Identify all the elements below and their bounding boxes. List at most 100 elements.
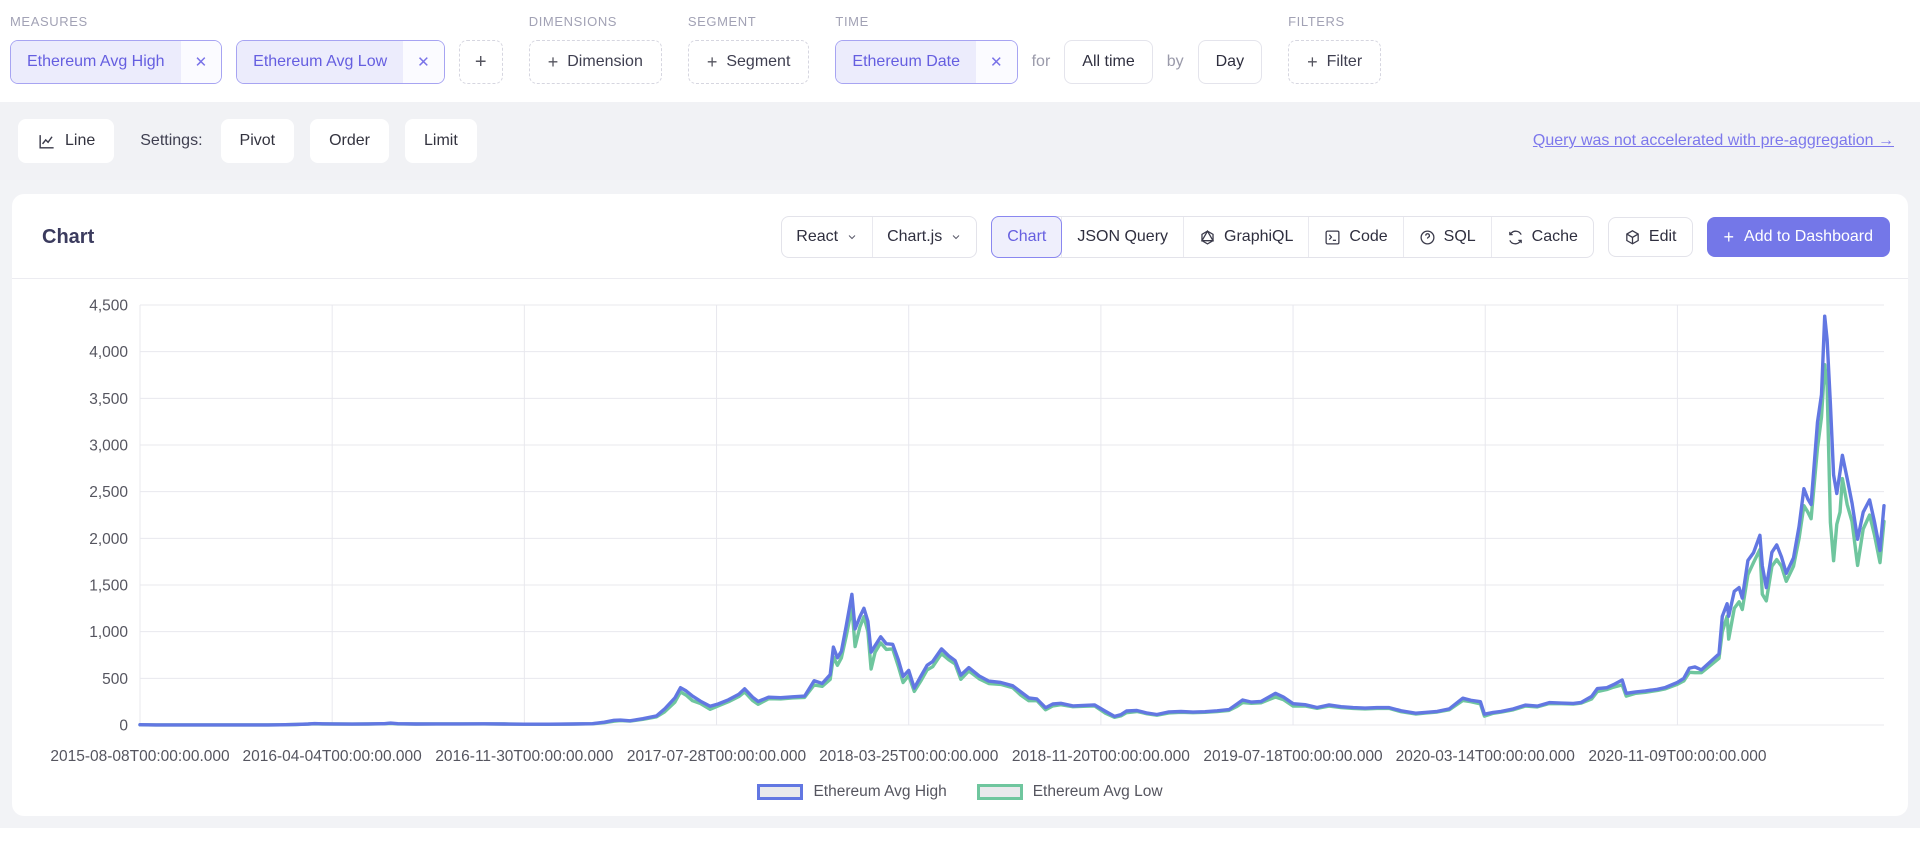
page-background: Chart React Chart.js Chart JSON Query	[0, 180, 1920, 828]
edit-button[interactable]: Edit	[1608, 217, 1693, 257]
cube-icon	[1624, 229, 1641, 246]
svg-text:3,000: 3,000	[89, 438, 128, 455]
add-to-dashboard-label: Add to Dashboard	[1744, 228, 1873, 246]
chart-settings-band: Line Settings: Pivot Order Limit Query w…	[0, 102, 1920, 180]
tab-code-label: Code	[1349, 228, 1387, 246]
help-circle-icon	[1419, 229, 1436, 246]
library-label: Chart.js	[887, 228, 942, 246]
dimensions-section: DIMENSIONS + Dimension	[529, 14, 662, 84]
svg-text:2015-08-08T00:00:00.000: 2015-08-08T00:00:00.000	[50, 748, 230, 765]
page-title: Chart	[42, 226, 94, 249]
tab-chart[interactable]: Chart	[991, 216, 1062, 258]
legend-swatch-low	[977, 784, 1023, 800]
pivot-button[interactable]: Pivot	[221, 119, 295, 163]
legend-item-avg-high[interactable]: Ethereum Avg High	[757, 783, 946, 801]
date-range-button[interactable]: All time	[1064, 40, 1152, 84]
limit-button[interactable]: Limit	[405, 119, 477, 163]
svg-text:2019-07-18T00:00:00.000: 2019-07-18T00:00:00.000	[1203, 748, 1383, 765]
svg-text:1,500: 1,500	[89, 578, 128, 595]
segment-label: SEGMENT	[688, 14, 810, 29]
measures-label: MEASURES	[10, 14, 503, 29]
filters-label: FILTERS	[1288, 14, 1381, 29]
close-icon[interactable]: ✕	[403, 41, 444, 83]
time-section: TIME Ethereum Date ✕ for All time by Day	[835, 14, 1262, 84]
measure-chip-avg-high[interactable]: Ethereum Avg High ✕	[10, 40, 222, 84]
settings-label: Settings:	[140, 132, 202, 150]
time-dimension-chip[interactable]: Ethereum Date ✕	[835, 40, 1017, 84]
chart-legend: Ethereum Avg High Ethereum Avg Low	[12, 777, 1908, 807]
svg-text:0: 0	[119, 718, 128, 735]
library-select[interactable]: Chart.js	[872, 217, 976, 257]
code-terminal-icon	[1324, 229, 1341, 246]
legend-item-avg-low[interactable]: Ethereum Avg Low	[977, 783, 1163, 801]
plus-icon: +	[548, 52, 559, 73]
plus-icon: +	[1724, 227, 1735, 248]
chart-card: Chart React Chart.js Chart JSON Query	[12, 194, 1908, 816]
tab-json-query[interactable]: JSON Query	[1061, 217, 1183, 257]
add-filter-label: Filter	[1327, 53, 1363, 71]
plus-icon: +	[1307, 52, 1318, 73]
tab-sql[interactable]: SQL	[1403, 217, 1491, 257]
svg-text:3,500: 3,500	[89, 391, 128, 408]
chart-card-toolbar: React Chart.js Chart JSON Query	[781, 216, 1890, 258]
for-word: for	[1032, 53, 1051, 71]
svg-text:2,500: 2,500	[89, 484, 128, 501]
add-dimension-button[interactable]: + Dimension	[529, 40, 662, 84]
chart-area: 0 500 1,000 1,500 2,000 2,500 3,000 3,500 4,000 4…	[12, 279, 1908, 816]
legend-swatch-high	[757, 784, 803, 800]
tab-cache-label: Cache	[1532, 228, 1578, 246]
svg-text:500: 500	[102, 671, 128, 688]
filters-section: FILTERS + Filter	[1288, 14, 1381, 84]
close-icon[interactable]: ✕	[976, 41, 1017, 83]
tab-cache[interactable]: Cache	[1491, 217, 1593, 257]
svg-text:2016-04-04T00:00:00.000: 2016-04-04T00:00:00.000	[243, 748, 423, 765]
tab-graphiql[interactable]: GraphiQL	[1183, 217, 1308, 257]
measures-section: MEASURES Ethereum Avg High ✕ Ethereum Av…	[10, 14, 503, 84]
tab-graphiql-label: GraphiQL	[1224, 228, 1293, 246]
by-word: by	[1167, 53, 1184, 71]
dimensions-label: DIMENSIONS	[529, 14, 662, 29]
time-chip-label: Ethereum Date	[836, 41, 976, 83]
edit-label: Edit	[1649, 228, 1677, 246]
close-icon[interactable]: ✕	[181, 41, 222, 83]
svg-text:1,000: 1,000	[89, 624, 128, 641]
chevron-down-icon	[846, 231, 858, 243]
svg-text:2020-03-14T00:00:00.000: 2020-03-14T00:00:00.000	[1396, 748, 1576, 765]
refresh-icon	[1507, 229, 1524, 246]
add-segment-button[interactable]: + Segment	[688, 40, 810, 84]
chevron-down-icon	[950, 231, 962, 243]
view-tabs: Chart JSON Query GraphiQL Code	[991, 216, 1594, 258]
framework-select[interactable]: React	[782, 217, 872, 257]
chart-type-label: Line	[65, 132, 95, 150]
add-dimension-label: Dimension	[567, 53, 643, 71]
svg-text:4,000: 4,000	[89, 344, 128, 361]
legend-label: Ethereum Avg High	[813, 783, 946, 801]
plus-icon: +	[707, 52, 718, 73]
add-filter-button[interactable]: + Filter	[1288, 40, 1381, 84]
svg-text:2020-11-09T00:00:00.000: 2020-11-09T00:00:00.000	[1588, 748, 1766, 765]
measure-chip-avg-low[interactable]: Ethereum Avg Low ✕	[236, 40, 445, 84]
time-label: TIME	[835, 14, 1262, 29]
order-button[interactable]: Order	[310, 119, 389, 163]
svg-text:2018-03-25T00:00:00.000: 2018-03-25T00:00:00.000	[819, 748, 999, 765]
segment-section: SEGMENT + Segment	[688, 14, 810, 84]
svg-text:2017-07-28T00:00:00.000: 2017-07-28T00:00:00.000	[627, 748, 807, 765]
svg-text:2,000: 2,000	[89, 531, 128, 548]
tab-sql-label: SQL	[1444, 228, 1476, 246]
chart-card-header: Chart React Chart.js Chart JSON Query	[12, 194, 1908, 279]
add-segment-label: Segment	[726, 53, 790, 71]
chart-svg[interactable]: 0 500 1,000 1,500 2,000 2,500 3,000 3,500 4,000 4…	[12, 281, 1908, 777]
svg-text:2016-11-30T00:00:00.000: 2016-11-30T00:00:00.000	[435, 748, 613, 765]
tab-code[interactable]: Code	[1308, 217, 1402, 257]
add-to-dashboard-button[interactable]: + Add to Dashboard	[1707, 217, 1891, 257]
svg-text:4,500: 4,500	[89, 298, 128, 315]
line-chart-icon	[37, 132, 56, 151]
add-measure-button[interactable]: +	[459, 40, 503, 84]
granularity-button[interactable]: Day	[1198, 40, 1262, 84]
preaggregation-link[interactable]: Query was not accelerated with pre-aggre…	[1533, 132, 1894, 150]
chart-type-button[interactable]: Line	[18, 119, 114, 163]
framework-library-group: React Chart.js	[781, 216, 977, 258]
measure-chip-label: Ethereum Avg Low	[237, 41, 403, 83]
legend-label: Ethereum Avg Low	[1033, 783, 1163, 801]
svg-text:2018-11-20T00:00:00.000: 2018-11-20T00:00:00.000	[1012, 748, 1190, 765]
